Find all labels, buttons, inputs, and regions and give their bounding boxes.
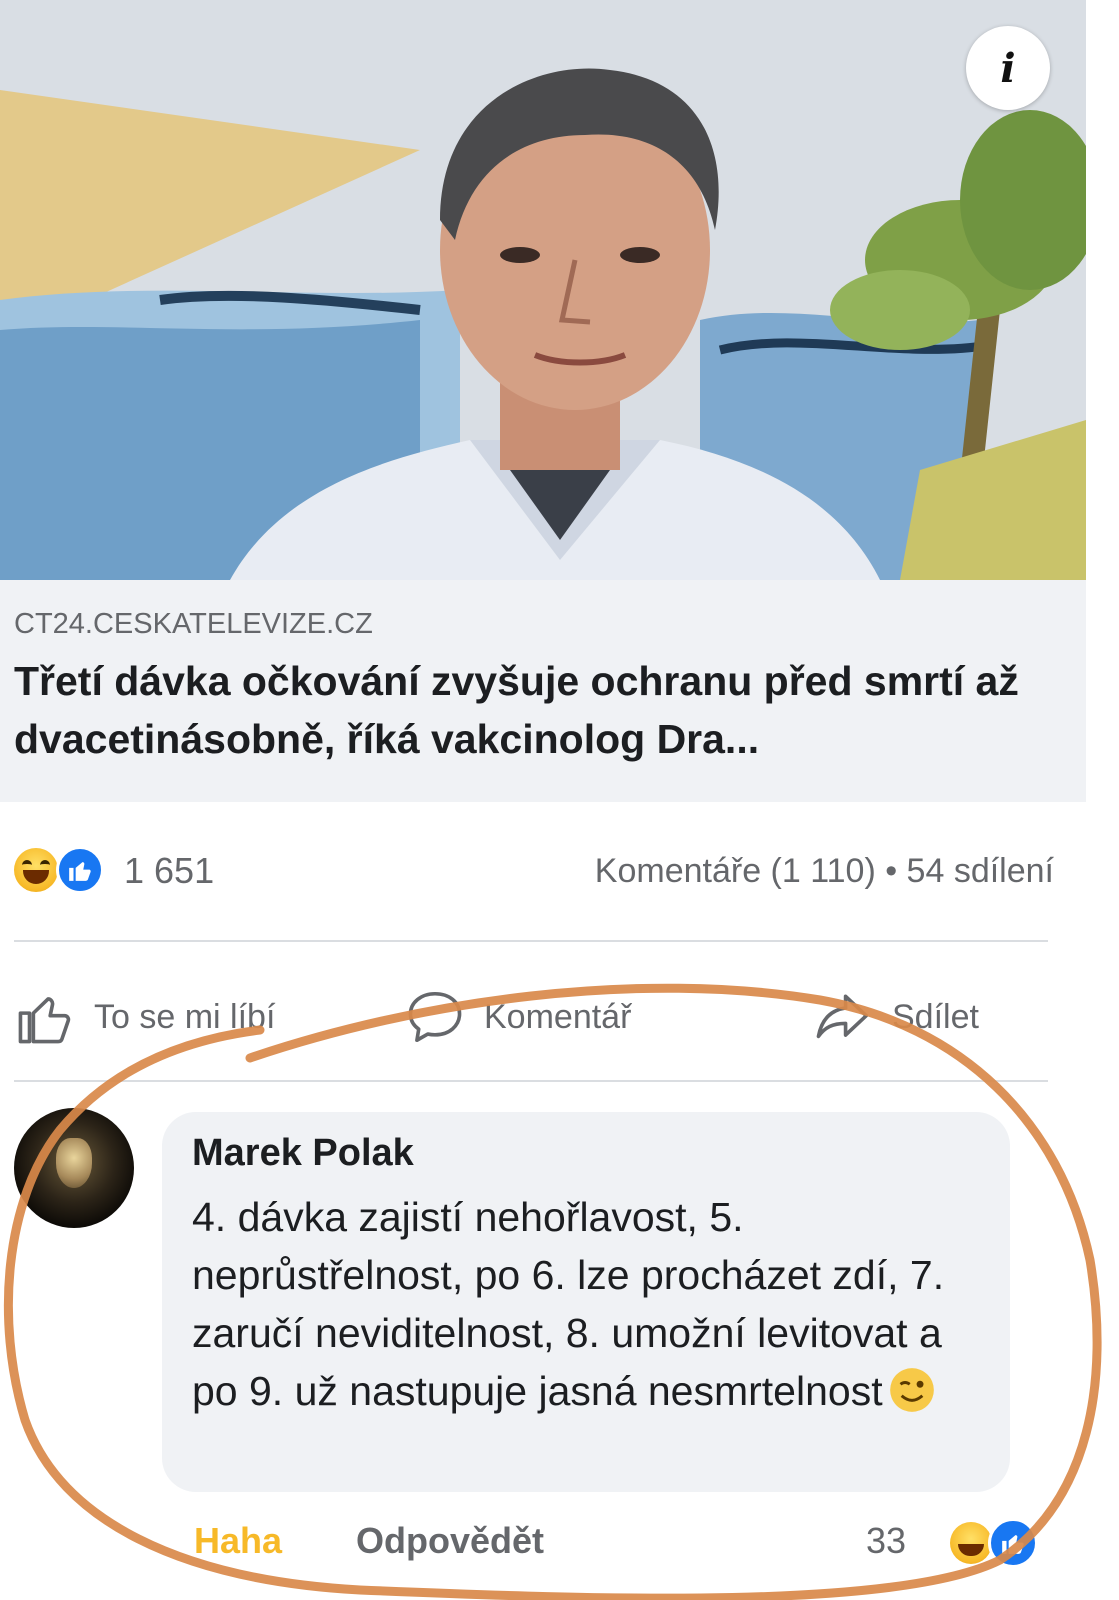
link-title[interactable]: Třetí dávka očkování zvyšuje ochranu pře… (14, 652, 1074, 768)
post-photo (0, 0, 1086, 580)
comment-bubble: Marek Polak 4. dávka zajistí nehořlavost… (162, 1112, 1010, 1492)
thumbs-up-icon (18, 997, 71, 1044)
link-preview[interactable]: CT24.CESKATELEVIZE.CZ Třetí dávka očková… (0, 580, 1086, 802)
reaction-icons[interactable] (14, 846, 114, 894)
comment-body: 4. dávka zajistí nehořlavost, 5. neprůst… (192, 1188, 992, 1420)
share-icon (816, 994, 869, 1039)
like-reaction-icon (988, 1518, 1038, 1568)
comment-label: Komentář (484, 997, 632, 1036)
comment-button[interactable]: Komentář (404, 982, 631, 1052)
post-actions: To se mi líbí Komentář Sdílet (0, 982, 1086, 1052)
like-button[interactable]: To se mi líbí (14, 982, 275, 1052)
reactions-bar: 1 651 Komentáře (1 110) • 54 sdílení (0, 840, 1086, 900)
info-button[interactable]: i (966, 26, 1050, 110)
avatar-emblem (56, 1138, 92, 1188)
divider (14, 1080, 1048, 1082)
comments-shares-count[interactable]: Komentáře (1 110) • 54 sdílení (595, 852, 1054, 891)
avatar[interactable] (14, 1108, 134, 1228)
comment-reaction-count[interactable]: 33 (866, 1520, 906, 1562)
info-icon: i (1000, 44, 1016, 92)
haha-reaction-icon (950, 1522, 992, 1564)
like-reaction-icon (56, 846, 104, 894)
comment-text: 4. dávka zajistí nehořlavost, 5. neprůst… (192, 1194, 945, 1414)
haha-reaction-icon (14, 848, 58, 892)
comment-reply-button[interactable]: Odpovědět (356, 1520, 544, 1562)
share-button[interactable]: Sdílet (812, 982, 979, 1052)
comment-icon (408, 991, 462, 1043)
post-image[interactable]: i (0, 0, 1086, 580)
share-label: Sdílet (892, 997, 979, 1036)
like-label: To se mi líbí (94, 997, 276, 1036)
comment-author[interactable]: Marek Polak (192, 1132, 414, 1175)
comment-actions: Haha Odpovědět 33 (0, 1512, 1086, 1572)
divider (14, 940, 1048, 942)
comment-reaction-icons[interactable] (936, 1518, 1046, 1568)
comment-haha-button[interactable]: Haha (194, 1520, 282, 1562)
reaction-count[interactable]: 1 651 (124, 850, 214, 892)
link-domain: CT24.CESKATELEVIZE.CZ (14, 608, 373, 640)
wink-emoji-icon (889, 1368, 934, 1412)
